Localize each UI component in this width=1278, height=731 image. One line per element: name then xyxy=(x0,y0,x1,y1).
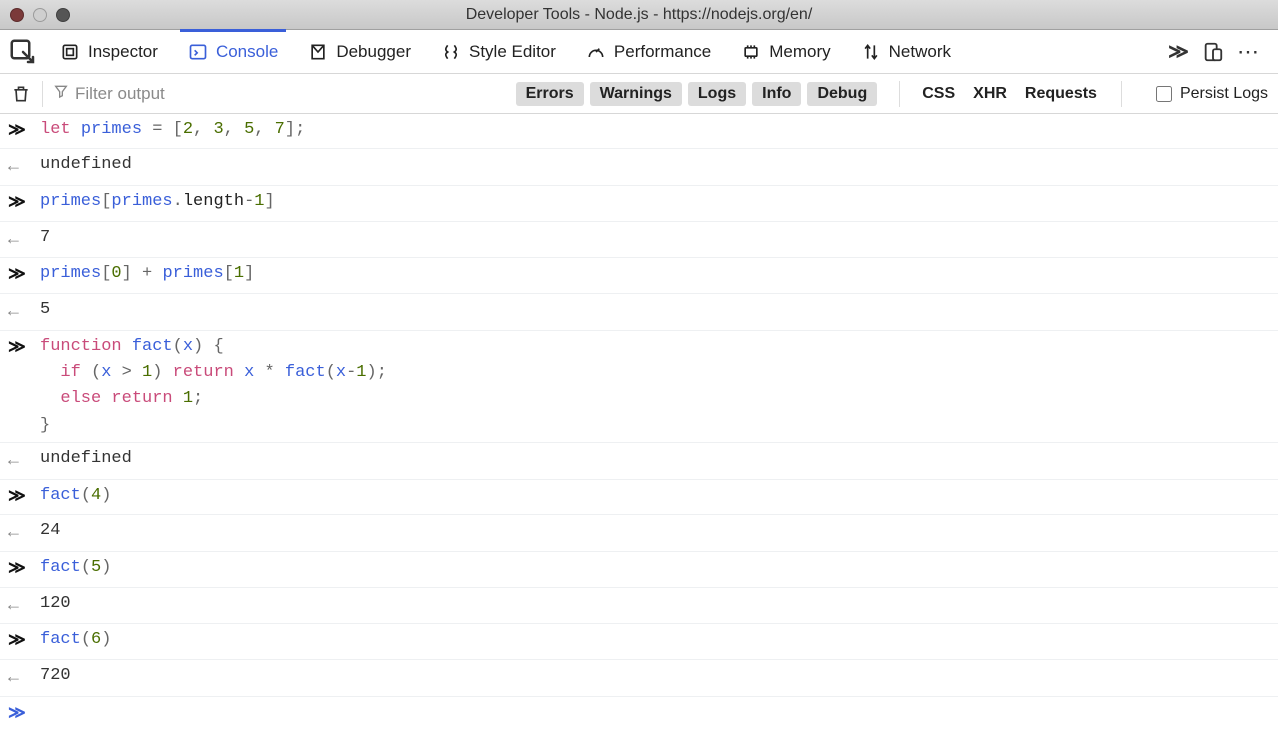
style-editor-icon xyxy=(441,42,461,62)
window-close-button[interactable] xyxy=(10,8,24,22)
filter-info-button[interactable]: Info xyxy=(752,82,801,106)
tab-label: Console xyxy=(216,42,278,62)
console-input-code: primes[0] + primes[1] xyxy=(40,261,1270,287)
console-input-code: primes[primes.length-1] xyxy=(40,189,1270,215)
tab-console[interactable]: Console xyxy=(174,30,292,74)
inspector-icon xyxy=(60,42,80,62)
console-input-code: let primes = [2, 3, 5, 7]; xyxy=(40,117,1270,143)
filter-output-input[interactable] xyxy=(75,84,225,104)
responsive-design-button[interactable] xyxy=(1202,41,1224,63)
network-icon xyxy=(861,42,881,62)
console-prompt-row[interactable]: ≫ xyxy=(0,697,1278,731)
filter-logs-button[interactable]: Logs xyxy=(688,82,746,106)
tab-debugger[interactable]: Debugger xyxy=(294,30,425,74)
tab-label: Style Editor xyxy=(469,42,556,62)
console-output-value: 24 xyxy=(40,518,1270,544)
input-caret-icon: ≫ xyxy=(8,557,23,583)
tab-inspector[interactable]: Inspector xyxy=(46,30,172,74)
tab-performance[interactable]: Performance xyxy=(572,30,725,74)
console-input-row: ≫ primes[primes.length-1] xyxy=(0,186,1278,221)
performance-icon xyxy=(586,42,606,62)
filter-requests-button[interactable]: Requests xyxy=(1025,85,1097,103)
filter-icon xyxy=(53,83,69,104)
console-input-row: ≫ fact(4) xyxy=(0,480,1278,515)
tab-network[interactable]: Network xyxy=(847,30,965,74)
console-output-row: ← 120 xyxy=(0,588,1278,625)
console-icon xyxy=(188,42,208,62)
persist-logs-label: Persist Logs xyxy=(1180,85,1268,103)
output-arrow-icon: ← xyxy=(8,593,19,621)
console-output[interactable]: ≫ let primes = [2, 3, 5, 7]; ← undefined ≫ pr… xyxy=(0,114,1278,731)
console-output-row: ←7 xyxy=(0,222,1278,259)
output-arrow-icon: ← xyxy=(8,154,19,182)
tab-label: Inspector xyxy=(88,42,158,62)
debugger-icon xyxy=(308,42,328,62)
window-titlebar: Developer Tools - Node.js - https://node… xyxy=(0,0,1278,30)
console-output-row: ← undefined xyxy=(0,149,1278,186)
overflow-tabs-button[interactable]: ≫ xyxy=(1166,41,1188,63)
tab-label: Memory xyxy=(769,42,830,62)
console-toolbar: Errors Warnings Logs Info Debug CSS XHR … xyxy=(0,74,1278,114)
output-arrow-icon: ← xyxy=(8,665,19,693)
memory-icon xyxy=(741,42,761,62)
output-arrow-icon: ← xyxy=(8,299,19,327)
element-picker-button[interactable] xyxy=(8,37,38,67)
tab-label: Network xyxy=(889,42,951,62)
tab-style-editor[interactable]: Style Editor xyxy=(427,30,570,74)
input-caret-icon: ≫ xyxy=(8,191,23,217)
console-input-code: fact(6) xyxy=(40,627,1270,653)
console-output-row: ←5 xyxy=(0,294,1278,331)
window-zoom-button[interactable] xyxy=(56,8,70,22)
console-output-row: ← 720 xyxy=(0,660,1278,697)
log-level-filters: Errors Warnings Logs Info Debug xyxy=(516,82,878,106)
console-output-row: ← undefined xyxy=(0,443,1278,480)
console-input-row: ≫ let primes = [2, 3, 5, 7]; xyxy=(0,114,1278,149)
console-output-value: 720 xyxy=(40,663,1270,689)
output-arrow-icon: ← xyxy=(8,227,19,255)
filter-errors-button[interactable]: Errors xyxy=(516,82,584,106)
output-arrow-icon: ← xyxy=(8,448,19,476)
tab-memory[interactable]: Memory xyxy=(727,30,844,74)
clear-console-button[interactable] xyxy=(10,84,32,104)
divider xyxy=(1121,81,1122,107)
console-output-value: 120 xyxy=(40,591,1270,617)
console-output-row: ← 24 xyxy=(0,515,1278,552)
console-output-value: 5 xyxy=(40,297,1270,323)
filter-xhr-button[interactable]: XHR xyxy=(973,85,1007,103)
console-input-row: ≫ fact(5) xyxy=(0,552,1278,587)
console-input-code: fact(5) xyxy=(40,555,1270,581)
prompt-caret-icon: ≫ xyxy=(8,702,23,728)
console-input-code: function fact(x) { if (x > 1) return x *… xyxy=(40,334,1270,439)
devtools-tabbar: Inspector Console Debugger Style Editor … xyxy=(0,30,1278,74)
divider xyxy=(899,81,900,107)
console-output-value: 7 xyxy=(40,225,1270,251)
tab-label: Debugger xyxy=(336,42,411,62)
input-caret-icon: ≫ xyxy=(8,119,23,145)
window-minimize-button[interactable] xyxy=(33,8,47,22)
more-options-button[interactable]: ⋯ xyxy=(1238,41,1260,63)
filter-warnings-button[interactable]: Warnings xyxy=(590,82,682,106)
input-caret-icon: ≫ xyxy=(8,485,23,511)
console-input-code: fact(4) xyxy=(40,483,1270,509)
console-input-row: ≫ fact(6) xyxy=(0,624,1278,659)
filter-css-button[interactable]: CSS xyxy=(922,85,955,103)
input-caret-icon: ≫ xyxy=(8,336,23,362)
persist-logs-toggle[interactable]: Persist Logs xyxy=(1156,85,1268,103)
output-arrow-icon: ← xyxy=(8,520,19,548)
source-filters: CSS XHR Requests xyxy=(922,85,1097,103)
console-input-row: ≫ primes[0] + primes[1] xyxy=(0,258,1278,293)
input-caret-icon: ≫ xyxy=(8,629,23,655)
console-input-row: ≫ function fact(x) { if (x > 1) return x … xyxy=(0,331,1278,443)
console-output-value: undefined xyxy=(40,152,1270,178)
persist-logs-checkbox[interactable] xyxy=(1156,86,1172,102)
console-output-value: undefined xyxy=(40,446,1270,472)
tab-label: Performance xyxy=(614,42,711,62)
window-title: Developer Tools - Node.js - https://node… xyxy=(0,6,1278,24)
divider xyxy=(42,81,43,107)
filter-debug-button[interactable]: Debug xyxy=(807,82,877,106)
input-caret-icon: ≫ xyxy=(8,263,23,289)
